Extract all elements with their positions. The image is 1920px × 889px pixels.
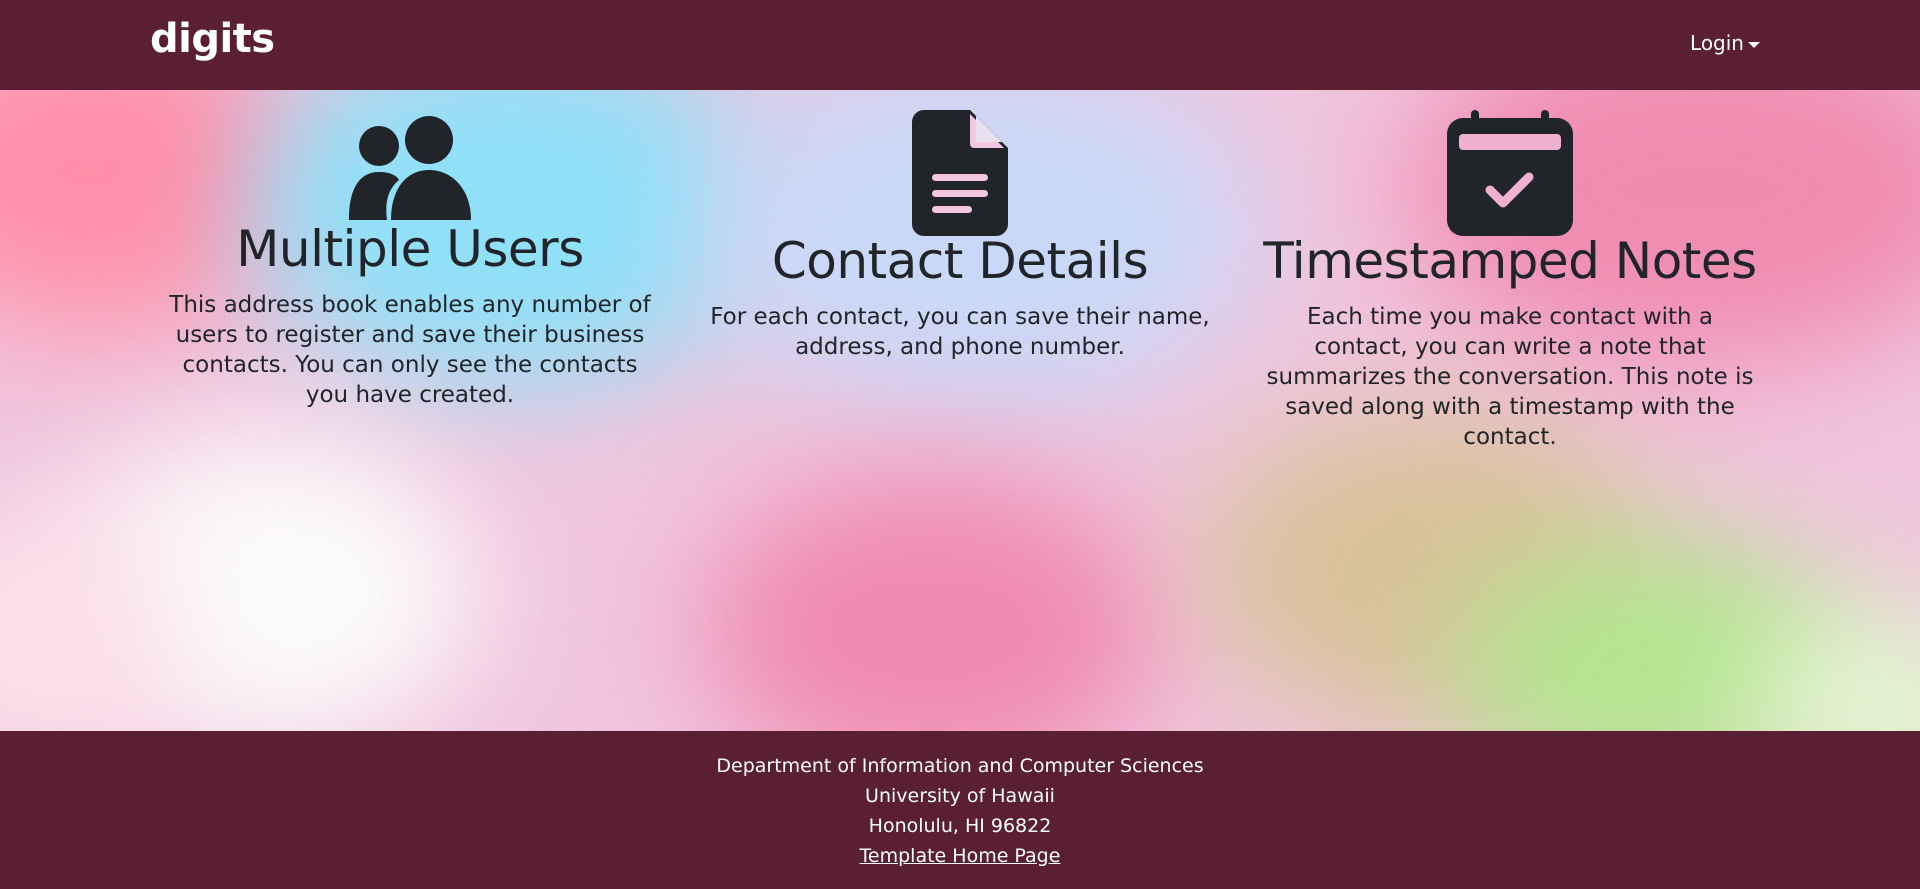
top-navbar: digits Login — [0, 0, 1920, 90]
footer-university: University of Hawaii — [865, 785, 1055, 807]
login-label: Login — [1690, 31, 1744, 55]
file-text-icon — [912, 110, 1008, 236]
feature-description: For each contact, you can save their nam… — [710, 304, 1210, 360]
feature-contact-details: Contact Details For each contact, you ca… — [700, 90, 1220, 362]
brand-logo[interactable]: digits — [150, 16, 275, 62]
feature-title: Timestamped Notes — [1263, 232, 1757, 290]
feature-description: Each time you make contact with a contac… — [1266, 304, 1754, 450]
feature-timestamped-notes: Timestamped Notes Each time you make con… — [1250, 90, 1770, 452]
feature-title: Multiple Users — [236, 220, 584, 278]
chevron-down-icon — [1748, 41, 1760, 48]
template-home-link[interactable]: Template Home Page — [860, 845, 1061, 867]
footer-department: Department of Information and Computer S… — [716, 755, 1204, 777]
hero-background: Multiple Users This address book enables… — [0, 90, 1920, 731]
feature-title: Contact Details — [771, 232, 1149, 290]
login-dropdown[interactable]: Login — [1690, 31, 1760, 55]
feature-multiple-users: Multiple Users This address book enables… — [150, 90, 670, 410]
feature-description: This address book enables any number of … — [169, 292, 651, 408]
users-icon — [349, 116, 471, 220]
calendar-check-icon — [1447, 110, 1573, 236]
footer: Department of Information and Computer S… — [0, 731, 1920, 889]
features-row: Multiple Users This address book enables… — [150, 90, 1770, 731]
footer-address: Honolulu, HI 96822 — [868, 815, 1052, 837]
